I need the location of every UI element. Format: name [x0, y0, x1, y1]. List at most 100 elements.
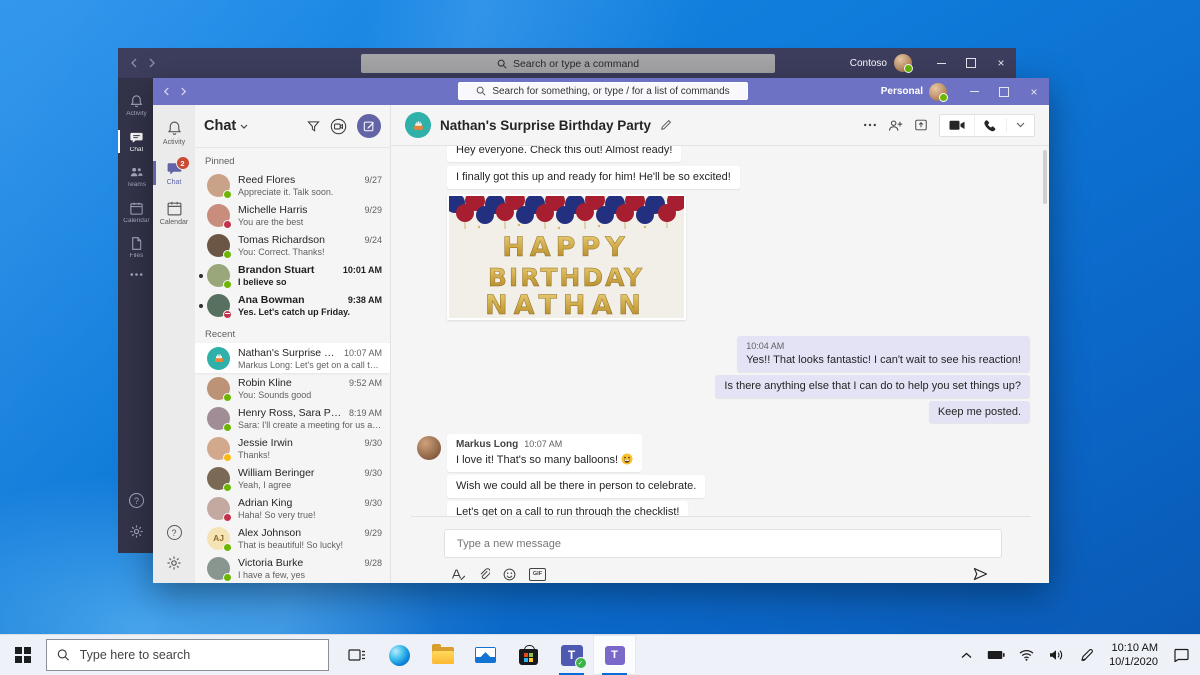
more-options-icon[interactable] [863, 123, 877, 127]
chat-list-item[interactable]: Ana Bowman9:38 AMYes. Let's catch up Fri… [195, 290, 390, 320]
chat-list-item[interactable]: William Beringer9/30Yeah, I agree [195, 463, 390, 493]
chat-list-item-selected[interactable]: Nathan's Surprise Birthday...10:07 AMMar… [195, 343, 390, 373]
attach-icon[interactable] [478, 568, 490, 581]
message-timestamp: 10:04 AM [746, 340, 1021, 352]
edge-button[interactable] [378, 635, 421, 675]
personal-avatar[interactable] [929, 83, 947, 101]
call-options-chevron[interactable] [1006, 118, 1034, 132]
add-people-icon[interactable] [888, 119, 903, 132]
sender-name: Markus Long [456, 438, 518, 452]
teams-work-button[interactable]: T ✓ [550, 635, 593, 675]
edit-title-pencil-icon[interactable] [660, 119, 672, 131]
grinning-emoji [621, 453, 633, 465]
chat-list-item[interactable]: Reed Flores9/27Appreciate it. Talk soon. [195, 170, 390, 200]
meet-now-camera-icon[interactable] [330, 118, 347, 135]
audio-call-button[interactable] [974, 115, 1006, 136]
chat-list-item[interactable]: Henry Ross, Sara Perez, +58:19 AMSara: I… [195, 403, 390, 433]
pen-indicator[interactable] [1073, 635, 1099, 675]
taskbar-search-input[interactable] [78, 647, 318, 663]
rail-item-files[interactable]: Files [118, 230, 155, 266]
chat-name: Jessie Irwin [238, 437, 360, 449]
start-button[interactable] [0, 635, 46, 675]
personal-app-rail: Activity 2 Chat Calendar ? [153, 105, 195, 583]
message-received: Let's get on a call to run through the c… [447, 501, 688, 516]
chat-preview: Yes. Let's catch up Friday. [238, 307, 382, 317]
close-button[interactable]: × [986, 48, 1016, 78]
account-name[interactable]: Personal [881, 86, 923, 97]
contoso-avatar[interactable] [894, 54, 912, 72]
chat-preview: That is beautiful! So lucky! [238, 540, 382, 550]
rail-item-calendar[interactable]: Calendar [153, 193, 195, 233]
emoji-icon[interactable] [503, 568, 516, 581]
bell-icon [166, 120, 183, 137]
new-chat-button[interactable] [357, 114, 381, 138]
birthday-balloons-image[interactable]: HAPPY BIRTHDAY NATHAN [447, 194, 686, 320]
chat-list-item[interactable]: Jessie Irwin9/30Thanks! [195, 433, 390, 463]
contoso-search-bar[interactable]: Search or type a command [361, 54, 775, 73]
rail-item-more[interactable] [118, 266, 155, 283]
windows-taskbar: T ✓ T 10:10 AM 10/1/ [0, 634, 1200, 675]
video-call-button[interactable] [940, 116, 974, 135]
rail-item-calendar[interactable]: Calendar [118, 195, 155, 231]
taskbar-search[interactable] [46, 639, 329, 671]
settings-gear-icon[interactable] [129, 524, 144, 539]
composer: GIF [411, 516, 1031, 583]
chat-list-item[interactable]: Adrian King9/30Haha! So very true! [195, 493, 390, 523]
message-input[interactable] [444, 529, 1002, 558]
send-button[interactable] [973, 567, 988, 581]
battery-indicator[interactable] [983, 635, 1009, 675]
forward-icon[interactable] [148, 58, 156, 68]
rail-item-activity[interactable]: Activity [153, 113, 195, 153]
action-center-button[interactable] [1168, 635, 1194, 675]
chat-list-item[interactable]: AJ Alex Johnson9/29That is beautiful! So… [195, 523, 390, 553]
task-view-button[interactable] [335, 635, 378, 675]
store-button[interactable] [507, 635, 550, 675]
chat-list-panel: Chat Pinned Reed Flor [195, 105, 391, 583]
mail-button[interactable] [464, 635, 507, 675]
teams-personal-button[interactable]: T [593, 635, 636, 675]
minimize-button[interactable] [959, 78, 989, 105]
wifi-indicator[interactable] [1013, 635, 1039, 675]
back-icon[interactable] [163, 87, 170, 96]
rail-item-activity[interactable]: Activity [118, 88, 155, 124]
format-icon[interactable] [451, 568, 465, 581]
rail-item-chat[interactable]: 2 Chat [153, 153, 195, 193]
presence-dot [223, 543, 232, 552]
chat-list-title[interactable]: Chat [204, 118, 248, 134]
personal-search-bar[interactable]: Search for something, or type / for a li… [458, 82, 748, 100]
chat-name: Michelle Harris [238, 204, 360, 216]
chat-time: 9/30 [364, 468, 382, 478]
chat-list-item[interactable]: Victoria Burke9/28I have a few, yes [195, 553, 390, 583]
avatar [207, 264, 230, 287]
account-name[interactable]: Contoso [850, 58, 887, 69]
close-button[interactable]: × [1019, 78, 1049, 105]
clock-date: 10/1/2020 [1109, 656, 1158, 668]
chat-list-item[interactable]: Michelle Harris9/29You are the best [195, 200, 390, 230]
minimize-button[interactable] [926, 48, 956, 78]
chat-list-item[interactable]: Robin Kline9:52 AMYou: Sounds good [195, 373, 390, 403]
filter-icon[interactable] [307, 120, 320, 133]
maximize-button[interactable] [956, 48, 986, 78]
taskbar-clock[interactable]: 10:10 AM 10/1/2020 [1103, 641, 1164, 670]
chat-time: 9/29 [364, 528, 382, 538]
chat-list-item[interactable]: Brandon Stuart10:01 AMI believe so [195, 260, 390, 290]
rail-item-teams[interactable]: Teams [118, 159, 155, 195]
search-icon [57, 648, 70, 662]
file-explorer-button[interactable] [421, 635, 464, 675]
help-icon[interactable]: ? [129, 493, 144, 508]
forward-icon[interactable] [180, 87, 187, 96]
maximize-button[interactable] [989, 78, 1019, 105]
pop-out-icon[interactable] [914, 118, 928, 132]
volume-indicator[interactable] [1043, 635, 1069, 675]
scrollbar[interactable] [1043, 150, 1047, 204]
personal-titlebar: Search for something, or type / for a li… [153, 78, 1049, 105]
settings-gear-icon[interactable] [166, 555, 182, 571]
gif-icon[interactable]: GIF [529, 568, 546, 581]
message-list[interactable]: Hey everyone. Check this out! Almost rea… [391, 146, 1049, 516]
tray-expand-button[interactable] [953, 635, 979, 675]
rail-item-chat[interactable]: Chat [118, 124, 155, 160]
files-icon [129, 236, 144, 251]
chat-list-item[interactable]: Tomas Richardson9/24You: Correct. Thanks… [195, 230, 390, 260]
back-icon[interactable] [130, 58, 138, 68]
help-icon[interactable]: ? [167, 525, 182, 540]
